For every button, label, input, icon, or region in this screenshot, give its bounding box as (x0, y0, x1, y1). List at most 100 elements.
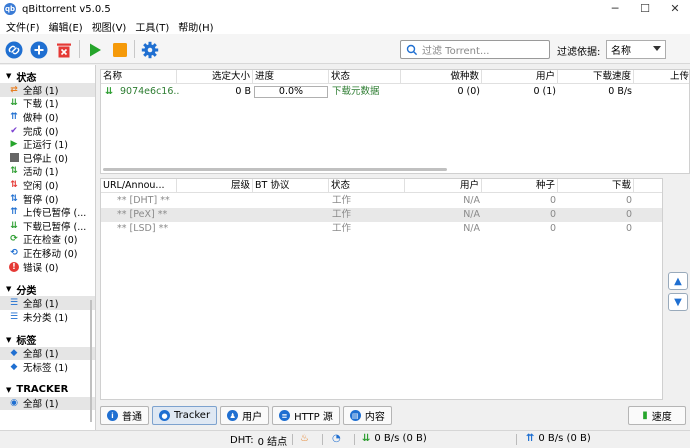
column-header-down-speed[interactable]: 下载速度 (558, 70, 634, 84)
progress-text: 0.0% (278, 86, 304, 97)
download-icon: ⇊ (105, 86, 113, 97)
start-button[interactable] (85, 40, 104, 59)
scrollbar-thumb[interactable] (90, 300, 92, 422)
column-header-tier[interactable]: 层级 (177, 179, 253, 193)
delete-torrent-button[interactable] (54, 40, 73, 59)
sidebar-item-upload-paused[interactable]: ⇈ 上传已暂停 (... (0, 205, 95, 219)
tab-general[interactable]: i 普通 (100, 406, 149, 425)
column-header-name[interactable]: 名称 (101, 70, 177, 84)
sidebar-item-label: 错误 (0) (23, 262, 59, 274)
sidebar-item-all[interactable]: ⇄ 全部 (1) (0, 83, 95, 97)
menu-file[interactable]: 文件(F) (3, 19, 43, 34)
category-section-header[interactable]: ▼ 分类 (0, 282, 95, 297)
filter-select[interactable]: 名称 (606, 40, 666, 59)
minimize-button[interactable]: ─ (600, 0, 630, 18)
table-row[interactable]: ** [DHT] ** 工作 N/A 0 0 (101, 194, 662, 208)
sidebar-scrollbar[interactable] (87, 300, 95, 430)
menu-edit[interactable]: 编辑(E) (46, 19, 86, 34)
chart-icon: ▮ (642, 410, 648, 421)
sidebar-item-running[interactable]: ▶ 正运行 (1) (0, 137, 95, 151)
trash-icon (56, 43, 71, 57)
horizontal-scrollbar[interactable] (101, 164, 689, 173)
tab-content[interactable]: ▤ 内容 (342, 406, 392, 425)
sidebar-item-tag-all[interactable]: ◆ 全部 (1) (0, 346, 95, 361)
chevron-down-icon: ▼ (674, 296, 682, 308)
close-button[interactable]: ✕ (660, 0, 690, 18)
status-separator (354, 434, 355, 445)
sidebar-item-uncategorized[interactable]: ☰ 未分类 (1) (0, 310, 95, 324)
torrent-name-cell: ⇊ 9074e6c16... (103, 85, 179, 99)
tag-icon: ◆ (10, 361, 18, 372)
scrollbar-thumb[interactable] (103, 168, 447, 171)
column-header-size[interactable]: 选定大小 (177, 70, 253, 84)
column-header-users[interactable]: 用户 (405, 179, 482, 193)
add-torrent-button[interactable] (29, 40, 48, 59)
move-down-button[interactable]: ▼ (668, 293, 688, 311)
tab-label: 用户 (242, 412, 263, 423)
search-input[interactable]: 过滤 Torrent... (400, 40, 550, 59)
menu-tools[interactable]: 工具(T) (132, 19, 172, 34)
toolbar-separator (79, 40, 80, 58)
column-header-tracker-status[interactable]: 状态 (329, 179, 405, 193)
move-up-button[interactable]: ▲ (668, 272, 688, 290)
download-speed-status[interactable]: ⇊ 0 B/s (0 B) (362, 433, 427, 444)
tracker-users: N/A (463, 195, 480, 206)
stop-button[interactable] (110, 40, 129, 59)
torrent-progress-cell: 0.0% (253, 85, 329, 99)
sidebar-item-label: 未分类 (1) (23, 312, 68, 324)
sidebar-item-moving[interactable]: ⟲ 正在移动 (0) (0, 246, 95, 260)
column-header-tracker-seeds[interactable]: 种子 (482, 179, 558, 193)
sidebar-item-downloading[interactable]: ⇊ 下载 (1) (0, 97, 95, 110)
sidebar-item-seeding[interactable]: ⇈ 做种 (0) (0, 110, 95, 124)
upload-speed-status[interactable]: ⇈ 0 B/s (0 B) (526, 433, 591, 444)
menu-help[interactable]: 帮助(H) (175, 19, 216, 34)
sidebar-item-label: 正运行 (1) (23, 140, 68, 152)
sidebar-item-label: 全部 (1) (23, 349, 59, 361)
status-section-header[interactable]: ▼ 状态 (0, 69, 95, 84)
tracker-table-header: URL/Annou... 层级 BT 协议 状态 用户 种子 下载 (101, 179, 662, 193)
tracker-section-title: TRACKER (16, 384, 69, 396)
sidebar-item-completed[interactable]: ✔ 完成 (0) (0, 124, 95, 138)
chevron-down-icon: ▼ (6, 385, 12, 394)
sidebar-item-checking[interactable]: ⟳ 正在检查 (0) (0, 233, 95, 247)
sidebar-item-tracker-all[interactable]: ◉ 全部 (1) (0, 396, 95, 410)
speed-button[interactable]: ▮ 速度 (628, 406, 686, 425)
menu-view[interactable]: 视图(V) (89, 19, 130, 34)
column-header-status[interactable]: 状态 (329, 70, 401, 84)
table-row[interactable]: ** [PeX] ** 工作 N/A 0 0 (101, 208, 662, 222)
tab-http-sources[interactable]: ≡ HTTP 源 (272, 406, 340, 425)
sidebar: ▼ 状态 ⇄ 全部 (1) ⇊ 下载 (1) ⇈ 做种 (0) ✔ 完成 (0) ▶ 正运行… (0, 65, 96, 430)
play-icon (89, 43, 101, 56)
add-link-button[interactable] (4, 40, 23, 59)
column-header-url[interactable]: URL/Annou... (101, 179, 177, 193)
download-paused-icon: ⇊ (10, 220, 18, 231)
sidebar-item-untagged[interactable]: ◆ 无标签 (1) (0, 360, 95, 374)
sidebar-item-error[interactable]: ! 错误 (0) (0, 260, 95, 274)
column-header-seeds[interactable]: 做种数 (401, 70, 482, 84)
column-header-tracker-down[interactable]: 下载 (558, 179, 634, 193)
sidebar-item-label: 正在检查 (0) (23, 235, 78, 247)
tab-peers[interactable]: ♟ 用户 (220, 406, 270, 425)
tracker-section-header[interactable]: ▼ TRACKER (0, 383, 95, 397)
tracker-seeds: 0 (549, 223, 556, 234)
sidebar-item-stopped[interactable]: 已停止 (0) (0, 151, 95, 165)
plus-icon (30, 41, 47, 58)
sidebar-item-active[interactable]: ⇅ 活动 (1) (0, 165, 95, 178)
tag-section-header[interactable]: ▼ 标签 (0, 333, 95, 348)
column-header-up-speed[interactable]: 上传 (666, 70, 689, 84)
sidebar-item-category-all[interactable]: ☰ 全部 (1) (0, 296, 95, 310)
tab-tracker[interactable]: ● Tracker (152, 406, 218, 425)
upload-icon: ⇈ (526, 433, 535, 444)
connection-status-icon[interactable]: ◔ (332, 433, 341, 444)
sidebar-item-download-paused[interactable]: ⇊ 下载已暂停 (... (0, 219, 95, 233)
table-row[interactable]: ** [LSD] ** 工作 N/A 0 0 (101, 222, 662, 236)
maximize-button[interactable]: ☐ (630, 0, 660, 18)
column-header-bt-protocol[interactable]: BT 协议 (253, 179, 329, 193)
options-button[interactable] (140, 40, 159, 59)
column-header-peers[interactable]: 用户 (482, 70, 558, 84)
sidebar-item-paused[interactable]: ⇅ 暂停 (0) (0, 192, 95, 206)
column-header-progress[interactable]: 进度 (253, 70, 329, 84)
sidebar-item-idle[interactable]: ⇅ 空闲 (0) (0, 178, 95, 192)
table-row[interactable]: ⇊ 9074e6c16... 0 B 0.0% 下载元数据 0 (0) 0 (1… (101, 85, 689, 99)
sidebar-item-label: 下载已暂停 (... (23, 221, 87, 233)
